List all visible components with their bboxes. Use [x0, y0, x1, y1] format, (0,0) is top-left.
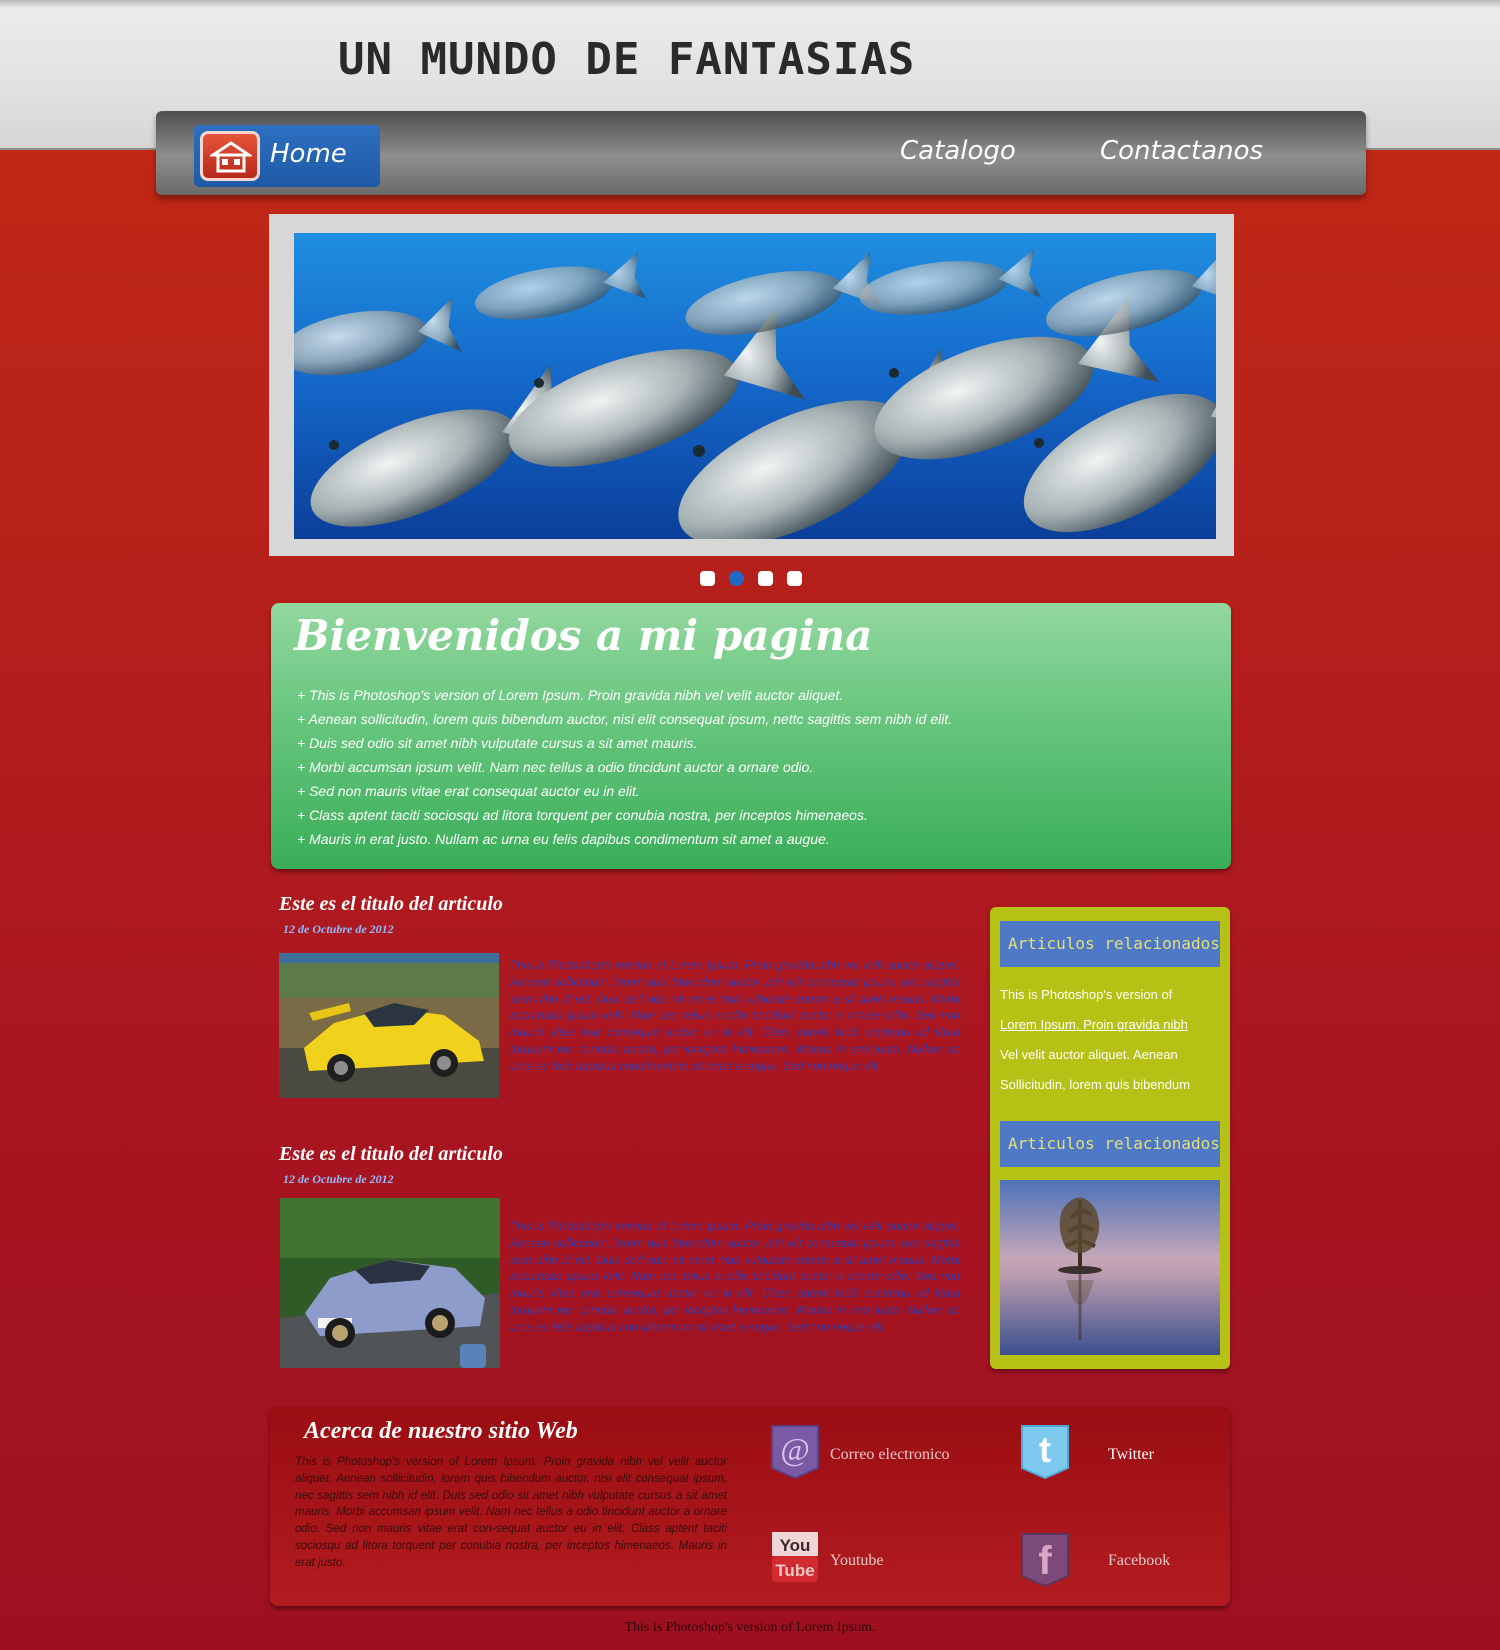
nav-contactanos[interactable]: Contactanos	[1100, 136, 1263, 166]
welcome-title: Bienvenidos a mi pagina	[294, 611, 873, 660]
slider-dot-3[interactable]	[758, 571, 773, 586]
email-icon: @	[771, 1425, 819, 1480]
svg-text:f: f	[1038, 1539, 1052, 1583]
article-text: This is Photoshop's version of Lorem Ips…	[510, 1221, 960, 1334]
article-title[interactable]: Este es el titulo del articulo	[279, 893, 961, 916]
article-2: Este es el titulo del articulo 12 de Oct…	[279, 1143, 961, 1373]
facebook-icon: f	[1021, 1533, 1069, 1588]
welcome-item: + Class aptent taciti sociosqu ad litora…	[297, 807, 868, 823]
related-heading: Articulos relacionados	[1000, 1121, 1220, 1167]
nav-home-label: Home	[270, 139, 347, 169]
svg-text:You: You	[780, 1536, 811, 1555]
welcome-item: + Morbi accumsan ipsum velit. Nam nec te…	[297, 759, 814, 775]
bottom-note: This is Photoshop's version of Lorem Ips…	[624, 1620, 876, 1635]
image-slider	[269, 214, 1234, 556]
welcome-item: + Aenean sollicitudin, lorem quis bibend…	[297, 711, 953, 727]
article-date: 12 de Octubre de 2012	[283, 1172, 394, 1186]
welcome-item: + Duis sed odio sit amet nibh vulputate …	[297, 735, 698, 751]
svg-text:t: t	[1039, 1429, 1051, 1470]
welcome-panel: Bienvenidos a mi pagina + This is Photos…	[271, 603, 1231, 869]
slider-image-fish	[294, 233, 1216, 539]
related-line: Vel velit auctor aliquet. Aenean	[1000, 1047, 1178, 1062]
welcome-item: + This is Photoshop's version of Lorem I…	[297, 687, 844, 703]
svg-text:@: @	[780, 1431, 809, 1467]
social-facebook-label: Facebook	[1108, 1552, 1171, 1569]
related-sidebar: Articulos relacionados This is Photoshop…	[990, 907, 1230, 1369]
welcome-item: + Sed non mauris vitae erat consequat au…	[297, 783, 640, 799]
twitter-icon: t	[1021, 1425, 1069, 1480]
slider-dot-2[interactable]	[729, 571, 744, 586]
related-line: Sollicitudin, lorem quis bibendum	[1000, 1077, 1191, 1092]
related-heading: Articulos relacionados	[1000, 921, 1220, 967]
welcome-item: + Mauris in erat justo. Nullam ac urna e…	[297, 831, 830, 847]
welcome-list: + This is Photoshop's version of Lorem I…	[297, 683, 952, 851]
nav-home[interactable]: Home	[194, 125, 380, 187]
article-image-silver-car[interactable]	[280, 1198, 500, 1368]
related-text: This is Photoshop's version of Lorem Ips…	[1000, 980, 1225, 1100]
slider-dot-4[interactable]	[787, 571, 802, 586]
home-icon	[200, 131, 260, 181]
social-youtube-label: Youtube	[830, 1552, 884, 1569]
related-image-lake[interactable]	[1000, 1180, 1220, 1355]
social-twitter-label: Twitter	[1108, 1446, 1154, 1463]
article-image-yellow-car[interactable]	[279, 953, 499, 1098]
youtube-icon: You Tube	[772, 1532, 818, 1582]
related-link[interactable]: Lorem Ipsum. Proin gravida nibh	[1000, 1010, 1225, 1040]
social-email-label: Correo electronico	[830, 1446, 950, 1463]
svg-text:Tube: Tube	[775, 1561, 814, 1580]
footer-panel: Acerca de nuestro sitio Web This is Phot…	[270, 1406, 1230, 1606]
about-text: This is Photoshop's version of Lorem Ips…	[295, 1456, 727, 1569]
article-text: This is Photoshop's version of Lorem Ips…	[510, 960, 960, 1073]
article-date: 12 de Octubre de 2012	[283, 922, 394, 936]
site-title: UN MUNDO DE FANTASIAS	[338, 34, 916, 85]
article-title[interactable]: Este es el titulo del articulo	[279, 1143, 961, 1166]
related-line: This is Photoshop's version of	[1000, 987, 1173, 1002]
article-1: Este es el titulo del articulo 12 de Oct…	[279, 893, 961, 1103]
main-navbar: Home Catalogo Contactanos	[156, 111, 1366, 195]
slider-dot-1[interactable]	[700, 571, 715, 586]
nav-catalogo[interactable]: Catalogo	[900, 136, 1016, 166]
about-title: Acerca de nuestro sitio Web	[304, 1418, 578, 1444]
